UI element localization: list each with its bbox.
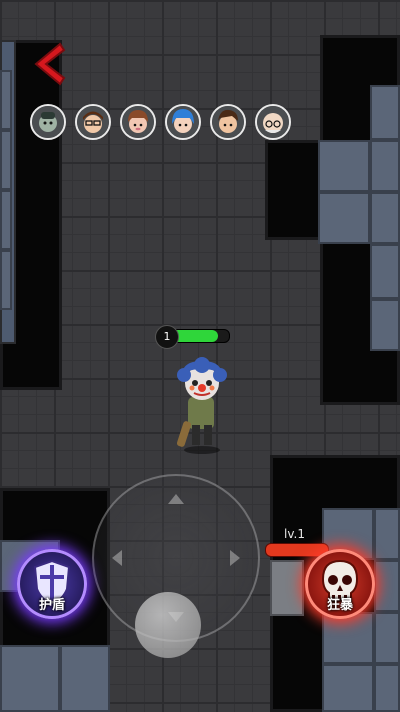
tile: [0, 190, 12, 250]
tile: [370, 140, 400, 192]
tile: [60, 645, 110, 712]
avatar-blue-hair[interactable]: [165, 104, 201, 140]
avatar-brown-boy[interactable]: [210, 104, 246, 140]
chevron-left-icon: [34, 42, 66, 86]
avatar-glasses-boy[interactable]: [75, 104, 111, 140]
back-button[interactable]: [30, 42, 70, 86]
tile: [370, 299, 400, 351]
tile: [322, 664, 374, 712]
tile: [374, 508, 400, 560]
tile: [0, 645, 60, 712]
rage-skill-button[interactable]: 狂暴: [305, 549, 375, 619]
tile: [370, 85, 400, 140]
tile: [370, 244, 400, 299]
tile: [0, 130, 12, 190]
tile: [322, 612, 374, 664]
door: [270, 560, 304, 616]
tile: [318, 140, 370, 192]
tile: [370, 192, 400, 244]
tile: [374, 664, 400, 712]
player-level-badge: 1: [155, 325, 179, 349]
tile: [0, 70, 12, 130]
avatar-bald-glasses[interactable]: [255, 104, 291, 140]
tile: [374, 612, 400, 664]
tile: [374, 560, 400, 612]
player-character: [170, 355, 234, 455]
tile: [0, 250, 12, 310]
player-avatar-list: [30, 104, 291, 140]
pit-center: [265, 140, 321, 240]
rage-level-label: lv.1: [284, 527, 305, 541]
shield-skill-label: 护盾: [38, 598, 65, 613]
rage-skill-label: 狂暴: [326, 598, 353, 613]
avatar-ghost-green[interactable]: [30, 104, 66, 140]
joystick-knob[interactable]: [135, 592, 201, 658]
tile: [318, 192, 370, 244]
shield-skill-button[interactable]: 护盾: [17, 549, 87, 619]
avatar-brown-hair[interactable]: [120, 104, 156, 140]
